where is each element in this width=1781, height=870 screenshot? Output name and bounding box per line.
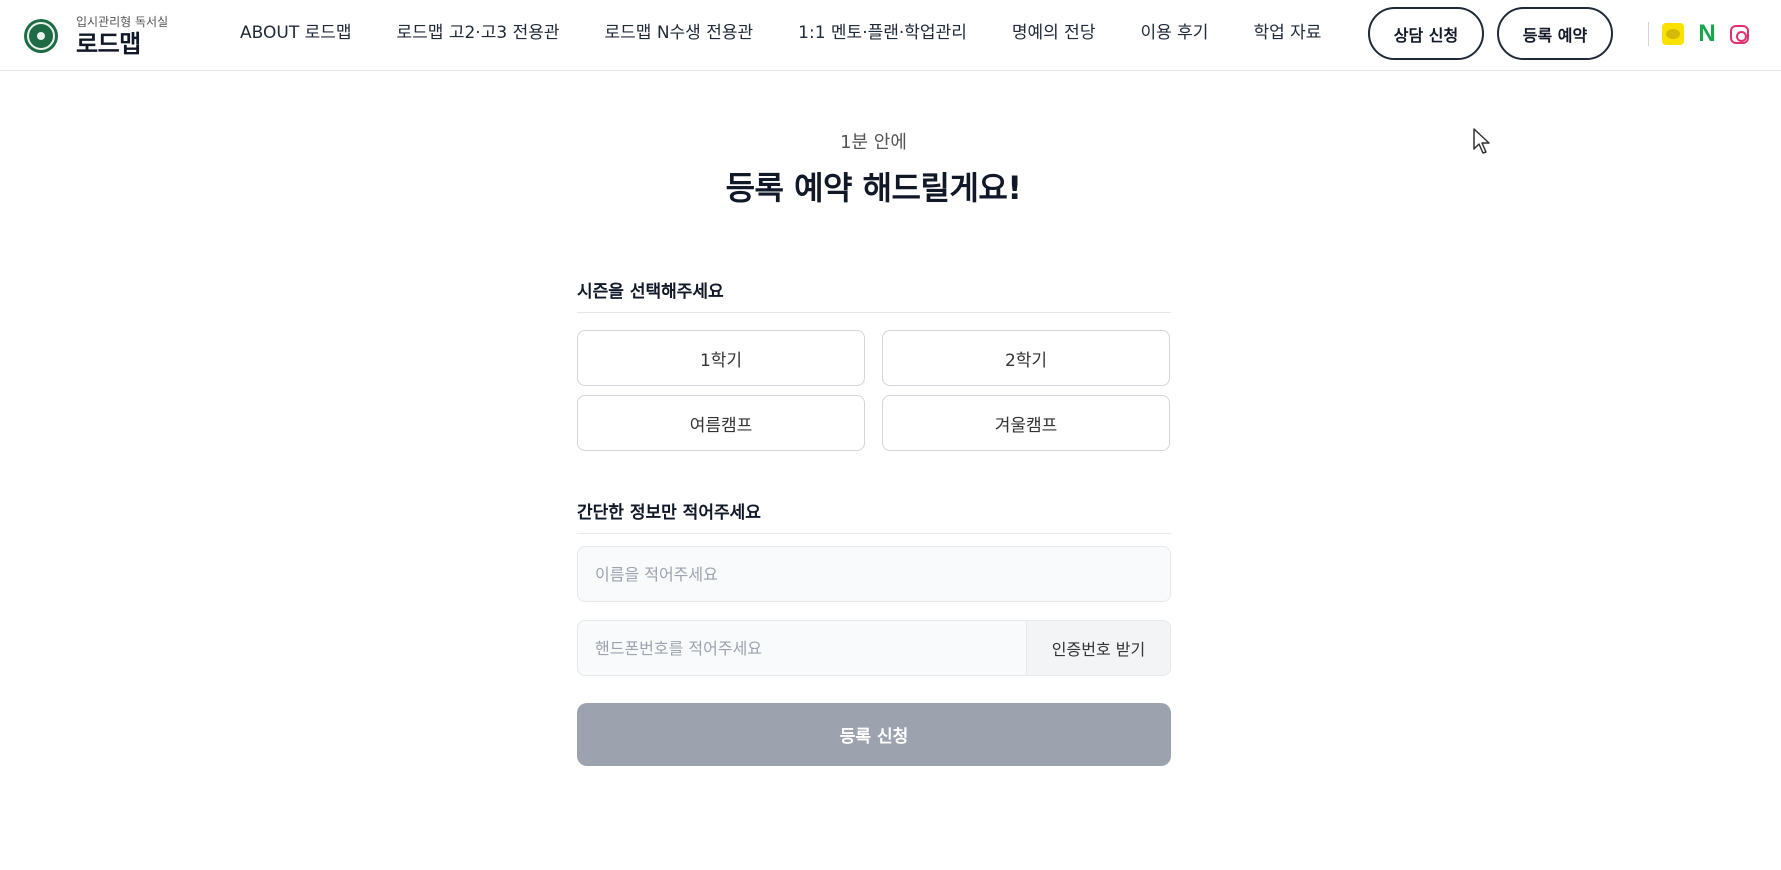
social-links: N: [1648, 20, 1761, 47]
season-option-semester-1[interactable]: 1학기: [577, 330, 865, 386]
nav-item-materials[interactable]: 학업 자료: [1253, 22, 1321, 44]
site-header: 입시관리형 독서실 로드맵 ABOUT 로드맵 로드맵 고2·고3 전용관 로드…: [0, 0, 1781, 71]
season-option-semester-2[interactable]: 2학기: [882, 330, 1170, 386]
phone-field-group: 인증번호 받기: [577, 620, 1171, 676]
logo-text: 입시관리형 독서실 로드맵: [76, 14, 168, 58]
phone-input[interactable]: [578, 621, 1026, 675]
nav-item-about[interactable]: ABOUT 로드맵: [240, 22, 352, 44]
logo-emblem-icon: [24, 19, 58, 53]
logo-subtitle: 입시관리형 독서실: [76, 15, 169, 29]
name-input[interactable]: [577, 546, 1171, 602]
submit-registration-button[interactable]: 등록 신청: [577, 703, 1171, 766]
page-title: 등록 예약 해드릴게요!: [725, 169, 1022, 207]
nav-item-high-school[interactable]: 로드맵 고2·고3 전용관: [397, 22, 560, 44]
logo[interactable]: 입시관리형 독서실 로드맵: [24, 14, 168, 58]
reserve-button[interactable]: 등록 예약: [1497, 7, 1613, 60]
season-section-label: 시즌을 선택해주세요: [577, 277, 1171, 313]
instagram-icon[interactable]: [1730, 24, 1749, 44]
naver-icon[interactable]: N: [1696, 20, 1718, 47]
logo-title: 로드맵: [76, 30, 141, 58]
mouse-cursor-icon: [1473, 128, 1490, 154]
season-option-winter-camp[interactable]: 겨울캠프: [882, 395, 1170, 451]
kakao-icon[interactable]: [1662, 23, 1684, 45]
nav-item-n-su[interactable]: 로드맵 N수생 전용관: [605, 22, 754, 44]
season-option-summer-camp[interactable]: 여름캠프: [577, 395, 865, 451]
info-section-label: 간단한 정보만 적어주세요: [577, 498, 1171, 534]
main-nav: ABOUT 로드맵 로드맵 고2·고3 전용관 로드맵 N수생 전용관 1:1 …: [240, 22, 1366, 44]
nav-item-hall-of-fame[interactable]: 명예의 전당: [1012, 22, 1096, 44]
consult-button[interactable]: 상담 신청: [1368, 7, 1484, 60]
get-verification-code-button[interactable]: 인증번호 받기: [1026, 621, 1170, 675]
nav-item-mentoring[interactable]: 1:1 멘토·플랜·학업관리: [798, 22, 967, 44]
nav-item-reviews[interactable]: 이용 후기: [1140, 22, 1208, 44]
